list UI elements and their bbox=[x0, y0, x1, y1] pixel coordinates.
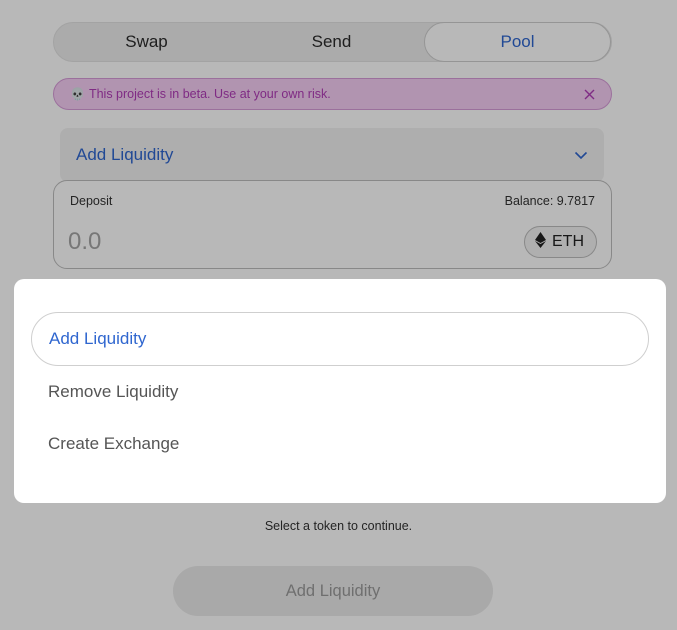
option-create-exchange[interactable]: Create Exchange bbox=[31, 417, 649, 471]
pool-mode-modal: Add Liquidity Remove Liquidity Create Ex… bbox=[14, 279, 666, 503]
option-remove-liquidity[interactable]: Remove Liquidity bbox=[31, 365, 649, 419]
option-add-liquidity[interactable]: Add Liquidity bbox=[31, 312, 649, 366]
app-root: Swap Send Pool 💀 This project is in beta… bbox=[0, 0, 677, 630]
